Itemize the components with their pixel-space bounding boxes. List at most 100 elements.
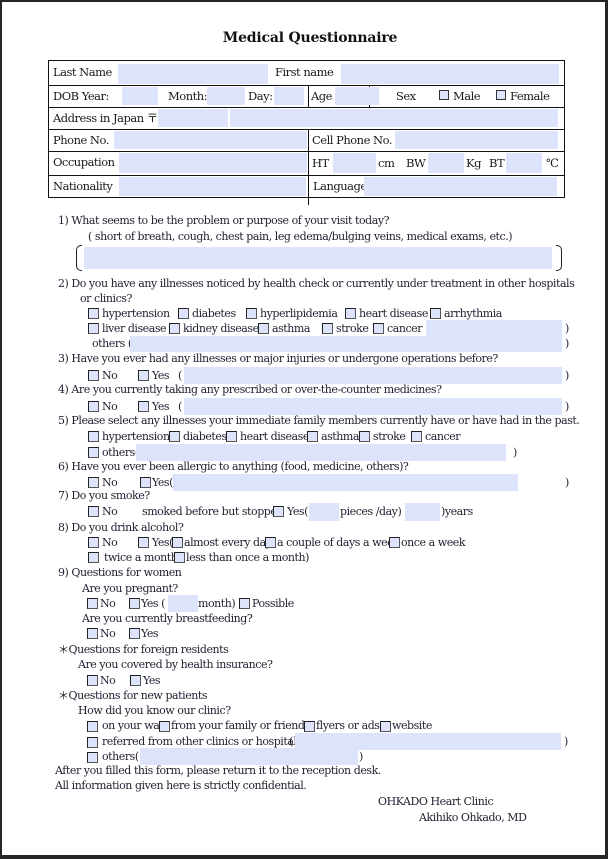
q2-hyperlipidemia-checkbox[interactable] [246, 308, 257, 319]
q8-couple-days-label: a couple of days a week [277, 536, 400, 549]
q4-yes-label: Yes [152, 400, 170, 413]
on-your-way-checkbox[interactable] [87, 721, 98, 732]
referred-checkbox[interactable] [87, 737, 98, 748]
close-bracket [556, 245, 562, 271]
q8-almost-every-day-label: almost every day [184, 536, 272, 549]
q7-years-label: )years [441, 505, 473, 518]
q2-cancer-input[interactable] [426, 320, 562, 337]
cell-phone-label: Cell Phone No. [312, 133, 393, 147]
q6-yes-checkbox[interactable] [140, 477, 151, 488]
open-paren: ( [289, 735, 293, 748]
address-input[interactable] [230, 109, 558, 127]
q2-diabetes-checkbox[interactable] [178, 308, 189, 319]
q7-stopped-label[interactable]: smoked before but stopped [142, 505, 283, 519]
q3-details-input[interactable] [184, 367, 562, 384]
q7-yes-label: Yes( [287, 505, 308, 518]
q2-others-input[interactable] [130, 336, 562, 352]
nationality-input[interactable] [119, 177, 306, 196]
q2-arrhythmia-checkbox[interactable] [430, 308, 441, 319]
insurance-question: Are you covered by health insurance? [78, 658, 273, 671]
q3-yes-checkbox[interactable] [138, 370, 149, 381]
q7-yes-checkbox[interactable] [273, 506, 284, 517]
new-patient-others-input[interactable] [140, 748, 358, 765]
q5-others-checkbox[interactable] [88, 447, 99, 458]
q9-possible-label: Possible [252, 597, 294, 610]
close-paren: ) [565, 337, 569, 350]
dob-year-input[interactable] [122, 87, 158, 105]
dob-day-input[interactable] [274, 87, 304, 105]
q9-pregnant-month-input[interactable] [168, 595, 198, 612]
q5-others-input[interactable] [136, 444, 506, 461]
q9-bf-no-checkbox[interactable] [87, 628, 98, 639]
language-label: Language [313, 179, 367, 193]
q5-hypertension-checkbox[interactable] [88, 431, 99, 442]
website-checkbox[interactable] [380, 721, 391, 732]
q5-asthma-label: asthma [321, 430, 359, 443]
q4-yes-checkbox[interactable] [138, 401, 149, 412]
nationality-label: Nationality [53, 179, 113, 193]
q6-no-label: No [102, 476, 118, 489]
q8-almost-every-day-checkbox[interactable] [172, 537, 183, 548]
q6-no-checkbox[interactable] [88, 477, 99, 488]
bt-label: BT [489, 156, 505, 170]
phone-input[interactable] [114, 131, 307, 149]
height-input[interactable] [333, 153, 376, 173]
q6-details-input[interactable] [173, 474, 518, 491]
q8-once-week-checkbox[interactable] [389, 537, 400, 548]
male-label: Male [453, 89, 481, 103]
insurance-no-checkbox[interactable] [87, 675, 98, 686]
new-patient-others-checkbox[interactable] [87, 752, 98, 763]
q3-question: 3) Have you ever had any illnesses or ma… [58, 352, 498, 365]
female-checkbox[interactable] [496, 90, 506, 100]
q2-kidney-disease-checkbox[interactable] [169, 323, 180, 334]
close-paren: ) [565, 400, 569, 413]
postal-code-input[interactable] [158, 109, 228, 127]
q7-years-input[interactable] [405, 503, 440, 521]
weight-input[interactable] [428, 153, 464, 173]
q9-bf-yes-checkbox[interactable] [129, 628, 140, 639]
flyers-ads-checkbox[interactable] [304, 721, 315, 732]
q8-couple-days-checkbox[interactable] [265, 537, 276, 548]
language-input[interactable] [364, 177, 557, 196]
q8-no-checkbox[interactable] [88, 537, 99, 548]
q3-no-checkbox[interactable] [88, 370, 99, 381]
q5-heart-disease-checkbox[interactable] [226, 431, 237, 442]
q8-twice-month-checkbox[interactable] [88, 552, 99, 563]
q4-no-checkbox[interactable] [88, 401, 99, 412]
q2-liver-disease-checkbox[interactable] [88, 323, 99, 334]
close-paren: ) [564, 735, 568, 748]
q2-stroke-checkbox[interactable] [322, 323, 333, 334]
q9-possible-checkbox[interactable] [239, 598, 250, 609]
q5-diabetes-checkbox[interactable] [169, 431, 180, 442]
occupation-input[interactable] [119, 153, 307, 173]
q5-cancer-checkbox[interactable] [411, 431, 422, 442]
last-name-input[interactable] [118, 64, 268, 84]
temperature-input[interactable] [506, 153, 542, 173]
q7-pieces-input[interactable] [309, 503, 339, 521]
q8-yes-checkbox[interactable] [138, 537, 149, 548]
q5-stroke-checkbox[interactable] [359, 431, 370, 442]
q9-pregnant-no-checkbox[interactable] [87, 598, 98, 609]
q7-no-checkbox[interactable] [88, 506, 99, 517]
cell-phone-input[interactable] [395, 131, 558, 149]
family-friends-checkbox[interactable] [159, 721, 170, 732]
q2-asthma-checkbox[interactable] [258, 323, 269, 334]
q8-less-than-once-label: less than once a month) [186, 551, 309, 564]
insurance-yes-checkbox[interactable] [130, 675, 141, 686]
foreign-heading: ＊Questions for foreign residents [58, 643, 229, 656]
q1-answer-input[interactable] [84, 247, 552, 269]
male-checkbox[interactable] [439, 90, 449, 100]
q2-hypertension-checkbox[interactable] [88, 308, 99, 319]
q8-less-than-once-checkbox[interactable] [174, 552, 185, 563]
q5-asthma-checkbox[interactable] [307, 431, 318, 442]
q2-cancer-checkbox[interactable] [373, 323, 384, 334]
first-name-input[interactable] [341, 64, 559, 84]
q5-question: 5) Please select any illnesses your imme… [58, 414, 580, 427]
q9-pregnant-yes-checkbox[interactable] [129, 598, 140, 609]
open-paren: ( [178, 369, 182, 382]
dob-month-input[interactable] [207, 87, 245, 105]
q2-heart-disease-checkbox[interactable] [345, 308, 356, 319]
q2-heart-disease-label: heart disease [359, 307, 428, 320]
age-input[interactable] [335, 87, 379, 105]
q4-details-input[interactable] [184, 398, 562, 415]
